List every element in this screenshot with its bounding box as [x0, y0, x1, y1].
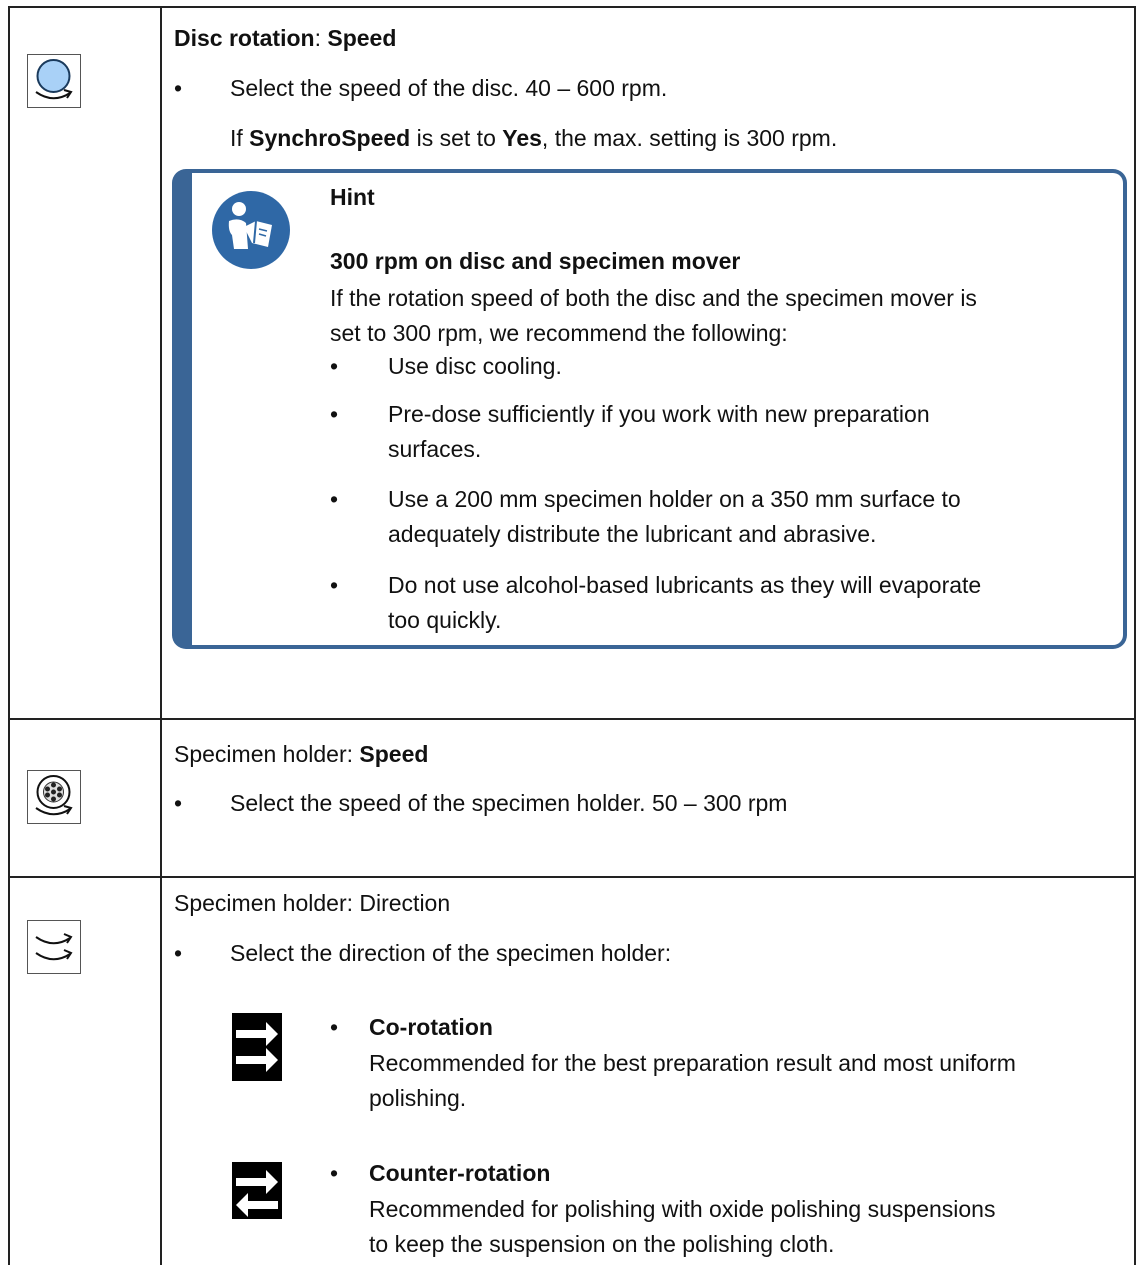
specimen-holder-direction-icon — [27, 920, 81, 974]
hint-item-text: Use a 200 mm specimen holder on a 350 mm… — [388, 486, 961, 512]
co-rotation-arrows-icon — [232, 1013, 282, 1081]
hint-title: 300 rpm on disc and specimen mover — [330, 248, 741, 274]
bullet-text: Select the direction of the specimen hol… — [230, 940, 672, 966]
read-manual-icon — [212, 191, 290, 269]
option-title: Co-rotation — [369, 1014, 493, 1040]
option-text: to keep the suspension on the polishing … — [369, 1231, 835, 1257]
bullet-dot: • — [330, 572, 339, 598]
counter-rotation-arrows-icon — [232, 1162, 282, 1219]
hint-item-text: surfaces. — [388, 436, 482, 462]
row-divider — [8, 718, 1136, 720]
bullet-dot: • — [330, 486, 339, 512]
hint-item-text: Do not use alcohol-based lubricants as t… — [388, 572, 982, 598]
bullet-dot: • — [174, 75, 183, 101]
row-heading: Specimen holder: Speed — [174, 741, 429, 767]
hint-item-text: too quickly. — [388, 607, 502, 633]
bullet-text: Select the speed of the disc. 40 – 600 r… — [230, 75, 668, 101]
hint-item-text: adequately distribute the lubricant and … — [388, 521, 877, 547]
option-text: Recommended for polishing with oxide pol… — [369, 1196, 996, 1222]
row-heading: Disc rotation: Speed — [174, 25, 397, 51]
hint-label: Hint — [330, 184, 375, 210]
bullet-dot: • — [174, 790, 183, 816]
bullet-dot: • — [174, 940, 183, 966]
bullet-dot: • — [330, 1014, 339, 1040]
hint-intro-line: If the rotation speed of both the disc a… — [330, 285, 977, 311]
column-divider — [160, 6, 162, 1265]
row-heading: Specimen holder: Direction — [174, 890, 451, 916]
synchrospeed-note: If SynchroSpeed is set to Yes, the max. … — [230, 125, 838, 151]
hint-item-text: Pre-dose sufficiently if you work with n… — [388, 401, 930, 427]
option-title: Counter-rotation — [369, 1160, 551, 1186]
bullet-dot: • — [330, 353, 339, 379]
hint-item-text: Use disc cooling. — [388, 353, 562, 379]
bullet-dot: • — [330, 401, 339, 427]
disc-rotation-speed-icon — [27, 54, 81, 108]
hint-intro-line: set to 300 rpm, we recommend the followi… — [330, 320, 788, 346]
option-text: polishing. — [369, 1085, 467, 1111]
option-text: Recommended for the best preparation res… — [369, 1050, 1016, 1076]
specimen-holder-speed-icon — [27, 770, 81, 824]
row-divider — [8, 876, 1136, 878]
bullet-dot: • — [330, 1160, 339, 1186]
bullet-text: Select the speed of the specimen holder.… — [230, 790, 788, 816]
